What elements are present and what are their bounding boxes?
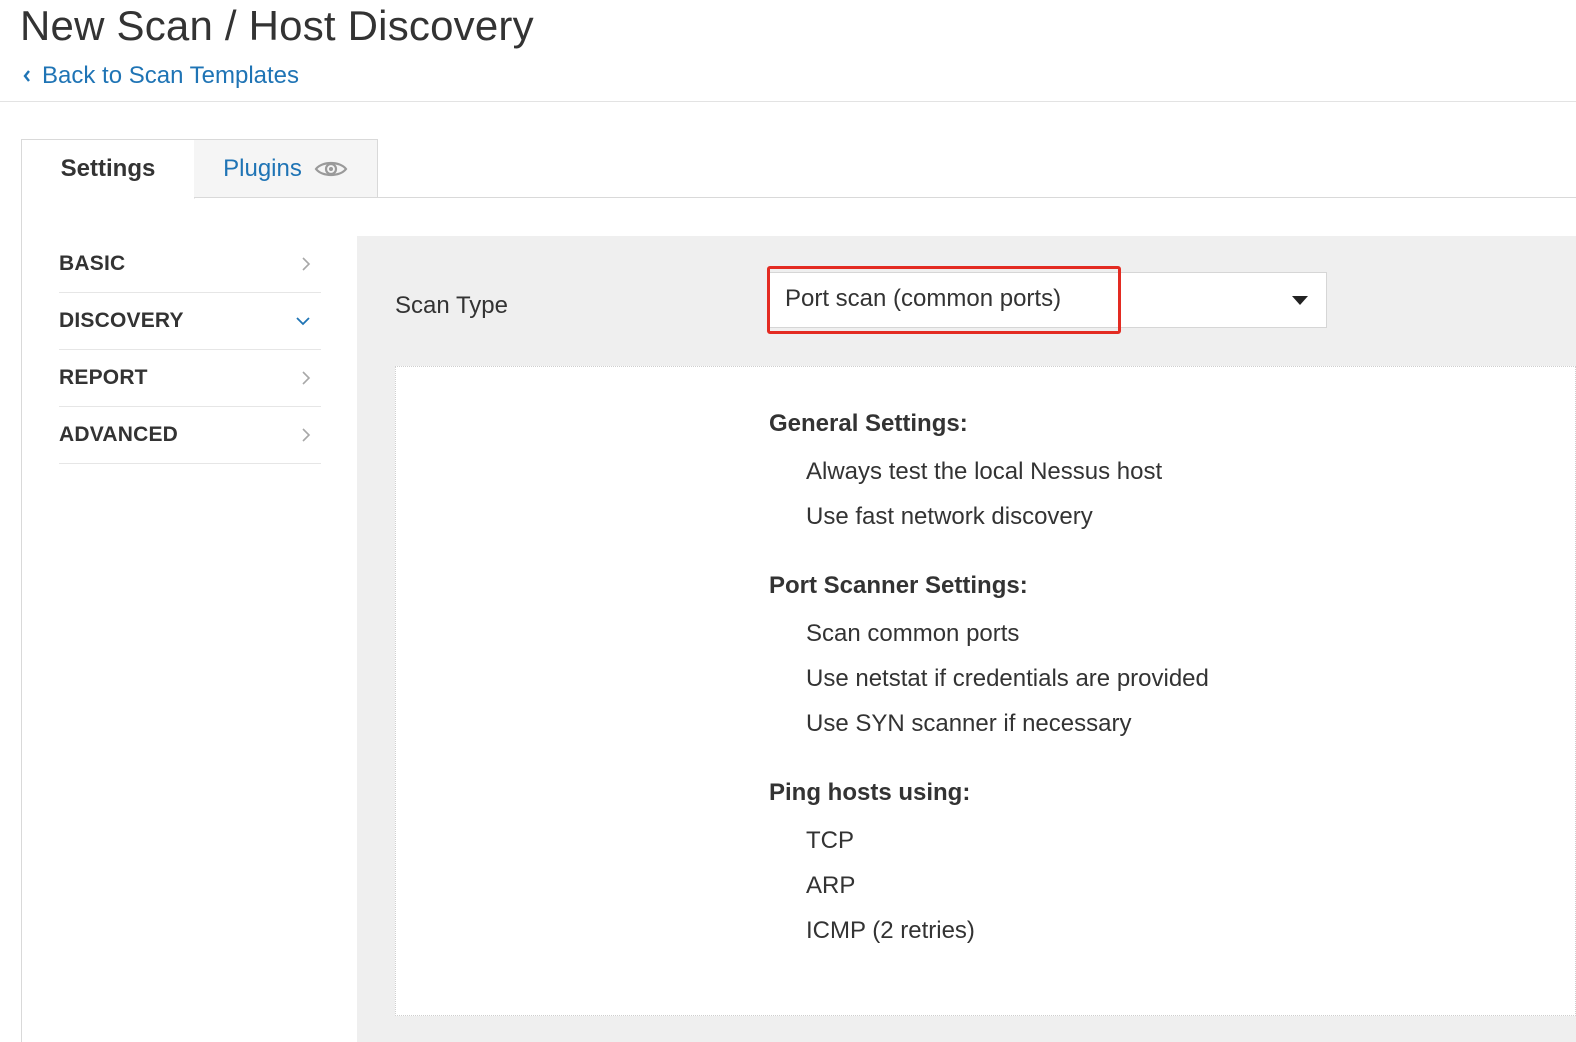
section-heading: General Settings:: [769, 410, 968, 437]
sidebar-item-label: ADVANCED: [59, 423, 179, 446]
section-list: Scan common ports Use netstat if credent…: [769, 611, 1529, 746]
chevron-right-icon: [302, 371, 311, 385]
content-frame-border: [21, 197, 22, 1042]
scan-type-select[interactable]: Port scan (common ports): [769, 272, 1327, 328]
header-divider: [0, 101, 1576, 102]
section-heading: Port Scanner Settings:: [769, 572, 1028, 599]
sidebar-item-report[interactable]: REPORT: [59, 350, 321, 407]
tab-bar: Settings Plugins: [21, 139, 1576, 199]
section-list: Always test the local Nessus host Use fa…: [769, 449, 1529, 539]
tab-settings[interactable]: Settings: [21, 139, 195, 199]
sidebar-item-discovery[interactable]: DISCOVERY: [59, 293, 321, 350]
list-item: ARP: [806, 872, 856, 899]
page-title: New Scan / Host Discovery: [20, 2, 534, 49]
list-item: ICMP (2 retries): [806, 917, 975, 944]
page: New Scan / Host Discovery Back to Scan T…: [0, 0, 1576, 1042]
list-item: TCP: [806, 827, 854, 854]
list-item: Use netstat if credentials are provided: [806, 665, 1209, 692]
chevron-right-icon: [302, 257, 311, 271]
tab-settings-label: Settings: [60, 155, 156, 182]
section-list: TCP ARP ICMP (2 retries): [769, 818, 1529, 953]
caret-down-icon: [1292, 296, 1308, 305]
general-settings-section: General Settings: Always test the local …: [769, 407, 1529, 539]
scan-type-value: Port scan (common ports): [785, 285, 1062, 312]
tab-plugins[interactable]: Plugins: [194, 139, 378, 198]
chevron-right-icon: [302, 428, 311, 442]
section-heading: Ping hosts using:: [769, 779, 971, 806]
scan-type-label: Scan Type: [395, 292, 508, 319]
sidebar-item-label: DISCOVERY: [59, 309, 184, 332]
settings-panel: Scan Type Port scan (common ports) Gener…: [357, 236, 1576, 1042]
scan-type-summary: General Settings: Always test the local …: [395, 366, 1576, 1016]
sidebar-item-advanced[interactable]: ADVANCED: [59, 407, 321, 464]
ping-hosts-section: Ping hosts using: TCP ARP ICMP (2 retrie…: [769, 776, 1529, 953]
sidebar-item-label: BASIC: [59, 252, 126, 275]
chevron-left-icon: [23, 70, 30, 82]
list-item: Always test the local Nessus host: [806, 458, 1163, 485]
chevron-down-icon: [296, 317, 310, 326]
sidebar-item-basic[interactable]: BASIC: [59, 236, 321, 293]
settings-sidebar: BASIC DISCOVERY REPORT ADVANCED: [59, 236, 321, 464]
list-item: Use SYN scanner if necessary: [806, 710, 1132, 737]
back-link-label: Back to Scan Templates: [42, 62, 300, 89]
eye-icon: [314, 161, 348, 176]
back-to-templates-link[interactable]: Back to Scan Templates: [22, 62, 299, 90]
list-item: Use fast network discovery: [806, 503, 1093, 530]
tab-plugins-label: Plugins: [223, 154, 302, 182]
list-item: Scan common ports: [806, 620, 1020, 647]
summary-content: General Settings: Always test the local …: [769, 407, 1529, 983]
port-scanner-settings-section: Port Scanner Settings: Scan common ports…: [769, 569, 1529, 746]
sidebar-item-label: REPORT: [59, 366, 148, 389]
